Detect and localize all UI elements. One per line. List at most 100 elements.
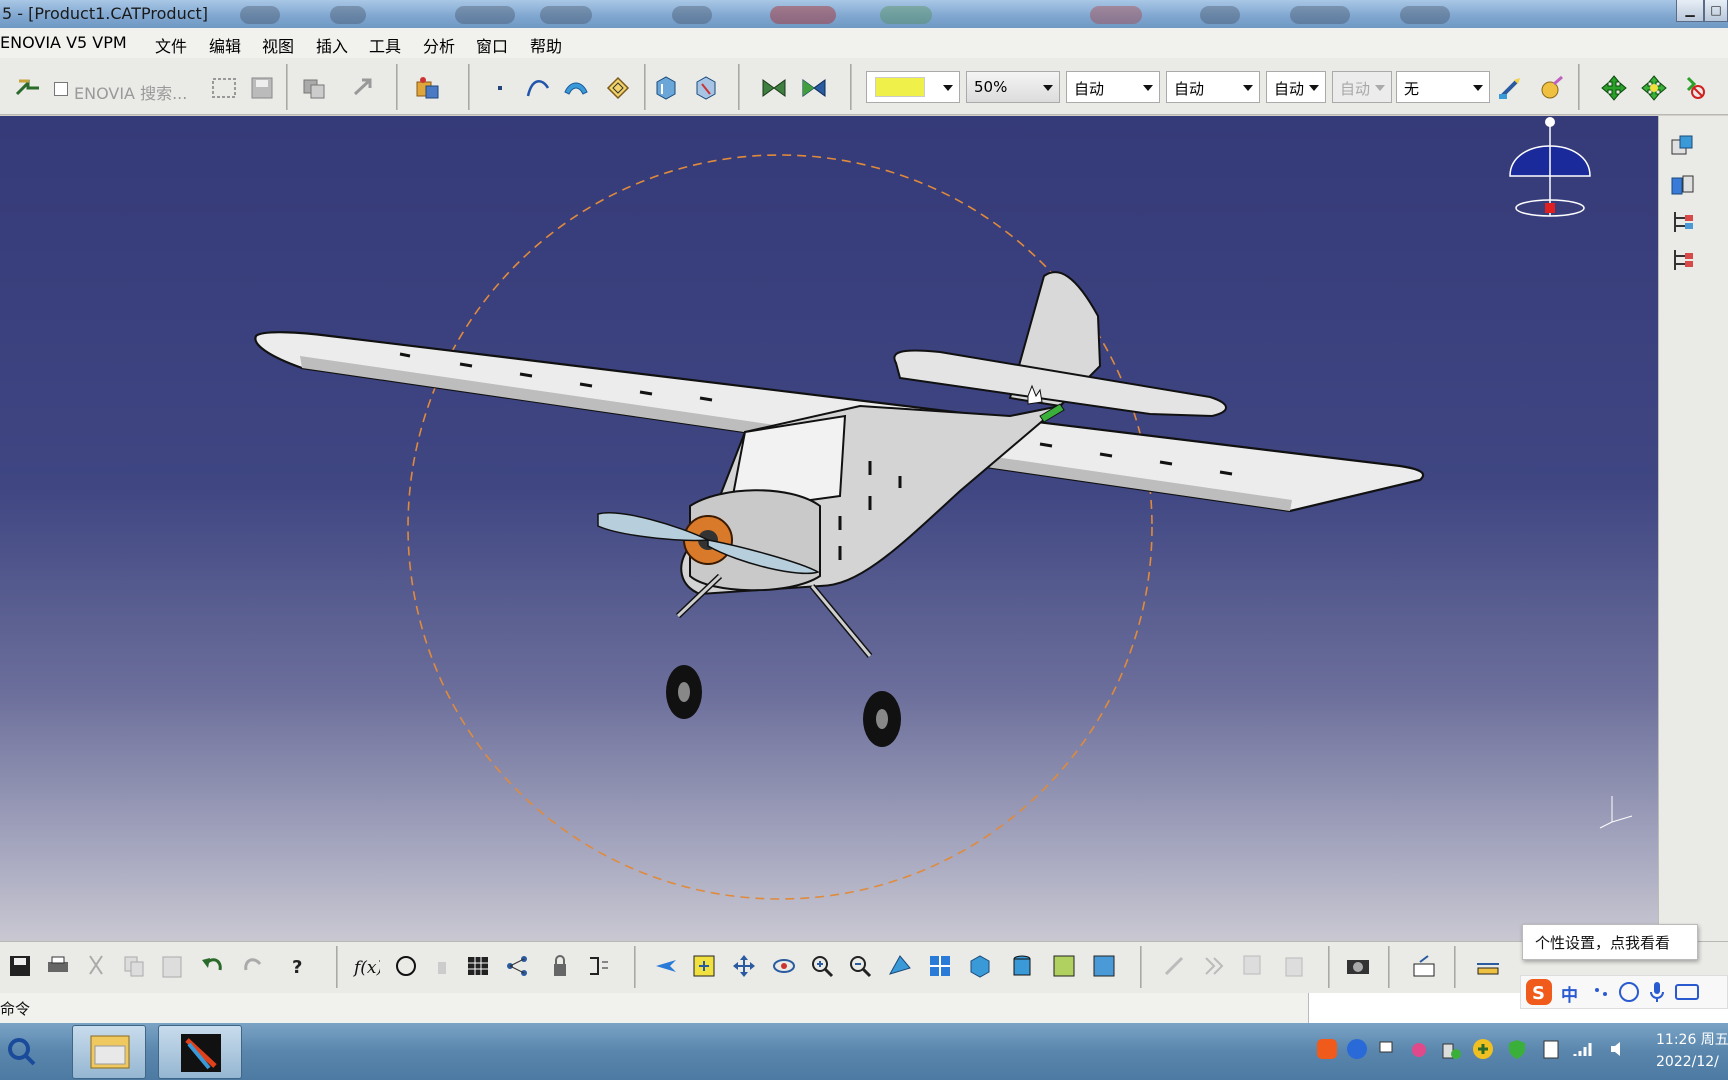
clipboard-tray-icon[interactable] (1540, 1038, 1562, 1060)
product-mgmt-icon[interactable] (300, 74, 328, 102)
measure-between-icon[interactable] (1474, 952, 1502, 980)
part-body-icon[interactable] (652, 74, 680, 102)
painter-icon[interactable] (1496, 74, 1524, 102)
sogou-icon[interactable]: S (1525, 978, 1553, 1006)
knowledge-check-icon[interactable] (584, 952, 612, 980)
shield-tray-icon[interactable] (1506, 1038, 1528, 1060)
3d-viewport[interactable] (0, 116, 1658, 941)
normal-view-icon[interactable] (886, 952, 914, 980)
color-select[interactable] (866, 71, 960, 103)
zoom-out-icon[interactable] (846, 952, 874, 980)
voice-icon[interactable] (1643, 978, 1671, 1006)
enovia-search-label[interactable]: ENOVIA 搜索... (74, 80, 187, 104)
plane-icon[interactable] (604, 74, 632, 102)
menu-enovia[interactable]: ENOVIA V5 VPM (0, 33, 127, 52)
existing-component-icon[interactable] (1669, 170, 1697, 198)
catalog-browser-icon[interactable] (1410, 952, 1438, 980)
render-style-icon[interactable] (1008, 952, 1036, 980)
search-icon[interactable] (4, 1035, 38, 1069)
paw-tray-icon[interactable] (1408, 1038, 1430, 1060)
emoji-icon[interactable] (1615, 978, 1643, 1006)
airplane-model[interactable] (0, 116, 1658, 941)
undo-icon[interactable] (198, 952, 226, 980)
menu-help[interactable]: 帮助 (530, 33, 562, 57)
sogou-tray-icon[interactable] (1316, 1038, 1338, 1060)
spline-icon[interactable] (524, 74, 552, 102)
line-width-select[interactable]: 自动 (1066, 71, 1160, 103)
menu-file[interactable]: 文件 (155, 33, 187, 57)
3d-compass[interactable] (1509, 117, 1591, 217)
network-tray-icon[interactable] (1376, 1038, 1398, 1060)
volume-tray-icon[interactable] (1608, 1038, 1630, 1060)
formula-icon[interactable]: f(x) (352, 952, 380, 980)
whats-this-icon[interactable]: ? (286, 952, 314, 980)
clock-time[interactable]: 11:26 周五 (1656, 1029, 1728, 1049)
toolbar-separator (644, 64, 646, 110)
part-body-2-icon[interactable] (692, 74, 720, 102)
paste-icon[interactable] (158, 952, 186, 980)
signal-tray-icon[interactable] (1572, 1038, 1594, 1060)
enovia-connect-icon[interactable] (14, 74, 42, 102)
rotate-icon[interactable] (770, 952, 798, 980)
save-db-icon[interactable] (248, 74, 276, 102)
refresh-link-icon[interactable] (350, 74, 378, 102)
print-icon[interactable] (44, 952, 72, 980)
catalog-icon[interactable] (414, 74, 442, 102)
fit-all-icon[interactable] (690, 952, 718, 980)
transparency-select[interactable]: 50% (966, 71, 1060, 103)
fly-mode-icon[interactable] (652, 952, 680, 980)
ime-lang[interactable]: 中 (1561, 981, 1578, 1006)
tree-reorder-icon[interactable] (1669, 246, 1697, 274)
taskbar-catia-button[interactable] (158, 1025, 242, 1079)
hide-show-icon[interactable] (800, 74, 828, 102)
help-tray-icon[interactable] (1346, 1038, 1368, 1060)
iso-view-icon[interactable] (966, 952, 994, 980)
toolbar-separator (286, 64, 288, 110)
pan-icon[interactable] (730, 952, 758, 980)
punctuation-icon[interactable] (1587, 978, 1615, 1006)
maximize-button[interactable]: □ (1704, 0, 1728, 22)
point-icon[interactable] (486, 74, 514, 102)
menu-insert[interactable]: 插入 (316, 33, 348, 57)
no-move-icon[interactable] (1680, 74, 1708, 102)
menu-analyze[interactable]: 分析 (423, 33, 455, 57)
apply-material-icon[interactable] (1538, 74, 1566, 102)
hide-show-swap-icon[interactable] (1050, 952, 1078, 980)
plus-tray-icon[interactable] (1472, 1038, 1494, 1060)
assembly-product-icon[interactable] (1669, 132, 1697, 160)
capture-camera-icon[interactable] (1344, 952, 1372, 980)
save-icon[interactable] (6, 952, 34, 980)
enovia-grid-icon[interactable] (210, 74, 238, 102)
cut-icon[interactable] (82, 952, 110, 980)
layer-select[interactable]: 无 (1396, 71, 1490, 103)
surface-icon[interactable] (562, 74, 590, 102)
security-tray-icon[interactable] (1440, 1038, 1462, 1060)
copy-icon[interactable] (120, 952, 148, 980)
personalize-tooltip: 个性设置，点我看看 (1522, 924, 1698, 960)
move-compass-icon[interactable] (1600, 74, 1628, 102)
minimize-button[interactable]: ▁ (1676, 0, 1704, 22)
point-style-select[interactable]: 自动 (1266, 71, 1326, 103)
menu-edit[interactable]: 编辑 (209, 33, 241, 57)
line-type-select[interactable]: 自动 (1166, 71, 1260, 103)
lock-icon[interactable] (546, 952, 574, 980)
enovia-checkbox[interactable] (54, 82, 68, 96)
menu-tools[interactable]: 工具 (369, 33, 401, 57)
tree-structure-icon[interactable] (1669, 208, 1697, 236)
design-table-icon[interactable] (464, 952, 492, 980)
swap-space-icon[interactable] (1090, 952, 1118, 980)
tree-graph-icon[interactable] (504, 952, 532, 980)
zoom-in-icon[interactable] (808, 952, 836, 980)
multi-view-icon[interactable] (926, 952, 954, 980)
taskbar-thumb-icon (770, 6, 836, 24)
redo-icon[interactable] (240, 952, 268, 980)
menu-window[interactable]: 窗口 (476, 33, 508, 57)
clock-date[interactable]: 2022/12/ (1656, 1054, 1719, 1070)
keyboard-icon[interactable] (1673, 978, 1701, 1006)
swap-visible-icon[interactable] (760, 74, 788, 102)
snap-compass-icon[interactable] (1640, 74, 1668, 102)
menu-view[interactable]: 视图 (262, 33, 294, 57)
toolbar-separator (396, 64, 398, 110)
knowledge-icon[interactable] (392, 952, 420, 980)
taskbar-explorer-button[interactable] (72, 1025, 146, 1079)
